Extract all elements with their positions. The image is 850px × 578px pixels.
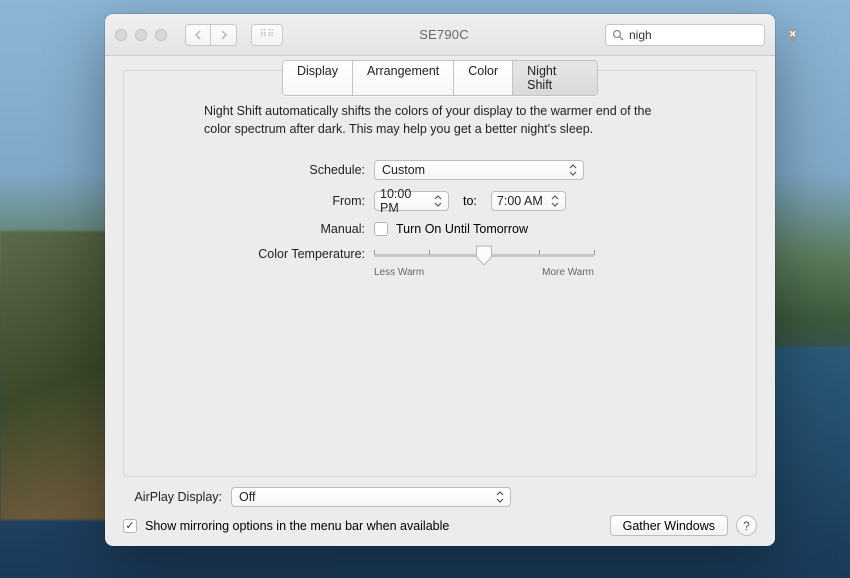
chevron-up-down-icon: [495, 488, 508, 506]
airplay-select[interactable]: Off: [231, 487, 511, 507]
schedule-label: Schedule:: [152, 163, 374, 177]
search-input[interactable]: [629, 28, 784, 42]
tab-bar: Display Arrangement Color Night Shift: [282, 60, 598, 96]
help-button[interactable]: ?: [736, 515, 757, 536]
back-button[interactable]: [185, 24, 211, 46]
temperature-label: Color Temperature:: [152, 247, 374, 261]
display-preferences-window: ⠿⠿ SE790C ✕ Display Arrangement Color Ni…: [105, 14, 775, 546]
slider-thumb[interactable]: [476, 245, 493, 266]
airplay-value: Off: [239, 490, 255, 504]
slider-min-label: Less Warm: [374, 267, 424, 278]
slider-max-label: More Warm: [542, 267, 594, 278]
tab-arrangement[interactable]: Arrangement: [353, 61, 454, 95]
gather-windows-button[interactable]: Gather Windows: [610, 515, 728, 536]
to-time-value: 7:00 AM: [497, 194, 543, 208]
schedule-value: Custom: [382, 163, 425, 177]
window-controls: [115, 29, 167, 41]
chevron-up-down-icon: [568, 161, 581, 179]
stepper-icon: [550, 192, 563, 210]
from-time-value: 10:00 PM: [380, 187, 430, 215]
search-field[interactable]: ✕: [605, 24, 765, 46]
schedule-select[interactable]: Custom: [374, 160, 584, 180]
tab-display[interactable]: Display: [283, 61, 353, 95]
manual-label: Manual:: [152, 222, 374, 236]
from-label: From:: [152, 194, 374, 208]
maximize-window-button[interactable]: [155, 29, 167, 41]
window-title: SE790C: [291, 27, 597, 42]
to-label: to:: [463, 194, 477, 208]
close-window-button[interactable]: [115, 29, 127, 41]
minimize-window-button[interactable]: [135, 29, 147, 41]
settings-panel: Display Arrangement Color Night Shift Ni…: [123, 70, 757, 477]
grid-icon: ⠿⠿: [260, 32, 275, 37]
help-icon: ?: [743, 519, 750, 533]
night-shift-description: Night Shift automatically shifts the col…: [204, 103, 676, 138]
search-icon: [612, 29, 624, 41]
to-time-stepper[interactable]: 7:00 AM: [491, 191, 566, 211]
forward-button[interactable]: [211, 24, 237, 46]
airplay-label: AirPlay Display:: [123, 490, 231, 504]
color-temperature-slider[interactable]: [374, 247, 594, 263]
manual-checkbox-label: Turn On Until Tomorrow: [396, 222, 528, 236]
mirroring-checkbox[interactable]: [123, 519, 137, 533]
nav-buttons: [185, 24, 237, 46]
clear-search-button[interactable]: ✕: [789, 28, 797, 42]
tab-night-shift[interactable]: Night Shift: [513, 61, 597, 95]
mirroring-label: Show mirroring options in the menu bar w…: [145, 519, 449, 533]
tab-color[interactable]: Color: [454, 61, 513, 95]
stepper-icon: [433, 192, 446, 210]
close-icon: ✕: [789, 29, 797, 40]
manual-checkbox[interactable]: [374, 222, 388, 236]
show-all-button[interactable]: ⠿⠿: [251, 24, 283, 46]
titlebar: ⠿⠿ SE790C ✕: [105, 14, 775, 56]
from-time-stepper[interactable]: 10:00 PM: [374, 191, 449, 211]
